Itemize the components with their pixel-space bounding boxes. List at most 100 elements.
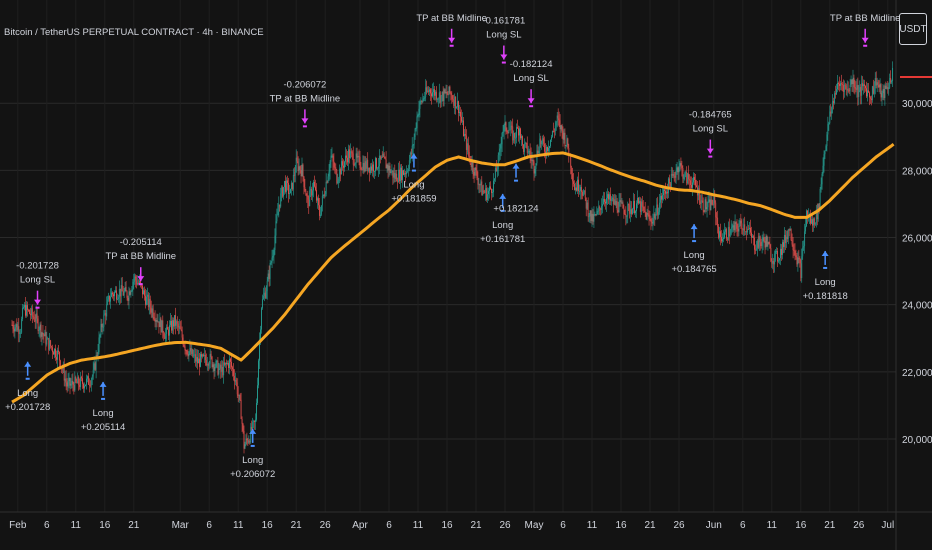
- candle-body: [233, 375, 235, 382]
- candle-body: [379, 155, 381, 160]
- candle-body: [490, 186, 491, 190]
- candle-body: [449, 86, 451, 93]
- candle-body: [868, 90, 869, 93]
- candle-body: [666, 191, 667, 194]
- candle-body: [849, 84, 851, 92]
- entry-label: Long: [17, 388, 38, 399]
- candle-body: [70, 383, 72, 386]
- candle-body: [735, 222, 737, 224]
- candle-body: [765, 236, 767, 248]
- candle-body: [72, 380, 74, 386]
- candle-body: [384, 156, 386, 160]
- candle-body: [109, 295, 111, 302]
- candle-body: [362, 162, 364, 170]
- candle-body: [692, 182, 693, 188]
- candle-body: [198, 358, 199, 364]
- exit-arrowhead: [861, 37, 869, 43]
- candle-body: [309, 190, 311, 207]
- candle-body: [273, 249, 275, 257]
- candle-body: [526, 143, 528, 153]
- candle-body: [686, 171, 688, 184]
- candle-body: [855, 88, 857, 90]
- candle-body: [636, 203, 637, 212]
- candle-body: [783, 235, 785, 248]
- candle-body: [199, 358, 200, 367]
- candle-body: [647, 213, 649, 215]
- candle-body: [125, 287, 127, 292]
- candle-body: [515, 137, 517, 139]
- candle-body: [753, 236, 754, 238]
- candle-body: [649, 218, 651, 220]
- candle-body: [484, 191, 486, 193]
- candle-body: [877, 82, 879, 85]
- candle-body: [689, 179, 691, 181]
- candle-body: [393, 173, 395, 178]
- candle-body: [262, 295, 264, 300]
- candle-body: [43, 334, 45, 337]
- candle-body: [156, 319, 158, 322]
- candle-body: [338, 178, 340, 182]
- candle-body: [368, 167, 370, 171]
- candle-body: [308, 199, 310, 207]
- candle-body: [44, 332, 46, 337]
- candle-body: [329, 161, 331, 172]
- entry-label: Long: [684, 250, 705, 261]
- candle-body: [186, 350, 188, 355]
- candle-body: [652, 218, 654, 224]
- exit-reason: TP at BB Midline: [105, 251, 176, 262]
- currency-badge[interactable]: USDT: [899, 13, 927, 45]
- candle-body: [797, 257, 799, 265]
- candle-body: [702, 200, 704, 211]
- entry-value: +0.182124: [493, 204, 538, 215]
- candle-body: [177, 323, 179, 328]
- candle-body: [216, 360, 218, 362]
- candle-body: [387, 164, 389, 171]
- candle-body: [352, 153, 354, 165]
- candle-body: [333, 161, 335, 168]
- candle-body: [432, 92, 433, 97]
- candle-body: [710, 199, 712, 211]
- candle-body: [265, 291, 267, 298]
- candle-body: [80, 377, 82, 387]
- candle-body: [238, 394, 240, 396]
- candle-body: [618, 201, 620, 213]
- candle-body: [501, 133, 503, 145]
- candle-body: [94, 363, 96, 370]
- candle-body: [638, 201, 640, 204]
- candle-body: [820, 184, 822, 189]
- entry-value: +0.184765: [671, 264, 716, 275]
- candle-body: [22, 307, 24, 320]
- candle-body: [585, 197, 587, 209]
- candle-body: [794, 250, 796, 256]
- candle-body: [640, 201, 642, 212]
- candle-body: [315, 186, 316, 191]
- x-tick-label: 11: [71, 520, 82, 531]
- exit-value: TP at BB Midline: [830, 13, 901, 24]
- candle-body: [739, 220, 741, 227]
- candle-body: [388, 165, 390, 171]
- candle-body: [58, 350, 59, 352]
- candle-body: [33, 317, 35, 321]
- candle-body: [38, 329, 40, 331]
- candle-body: [523, 143, 525, 152]
- candle-body: [316, 190, 317, 201]
- candle-body: [784, 235, 786, 243]
- candle-body: [275, 221, 277, 236]
- candle-body: [879, 84, 881, 88]
- candle-body: [101, 323, 103, 328]
- candle-body: [272, 256, 274, 258]
- candle-body: [814, 223, 816, 225]
- price-chart[interactable]: 20,000.0 22,000.0 24,000.0 26,000.0 28,000.0…: [0, 0, 932, 550]
- candle-body: [626, 215, 628, 217]
- candle-body: [133, 278, 135, 282]
- long-entry-bar: [823, 266, 828, 269]
- candle-body: [335, 167, 337, 170]
- candle-body: [738, 226, 740, 232]
- candle-body: [813, 218, 815, 225]
- candle-body: [24, 305, 25, 308]
- candle-body: [322, 194, 324, 196]
- candle-body: [203, 354, 205, 356]
- candle-body: [256, 403, 257, 420]
- candle-body: [664, 189, 665, 192]
- candle-body: [576, 187, 577, 191]
